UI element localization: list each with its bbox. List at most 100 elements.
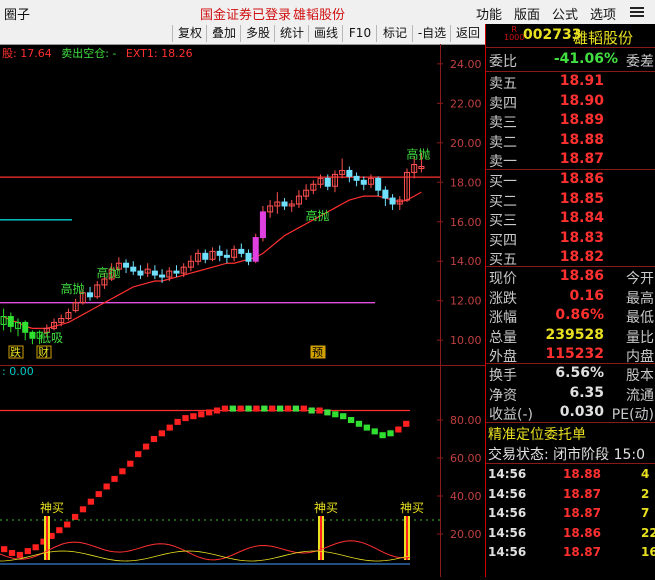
bids-label: 买二 bbox=[489, 193, 517, 210]
indicator-bar bbox=[316, 407, 323, 414]
stats1-label: 涨幅 bbox=[489, 310, 517, 326]
indicator-bar bbox=[24, 548, 31, 555]
remove-watchlist-button[interactable]: -自选 bbox=[412, 25, 451, 42]
signal-label: 神买 bbox=[400, 501, 424, 515]
stats1-value: 239528 bbox=[545, 326, 604, 343]
stats2-row: 换手 6.56% 股本 bbox=[486, 364, 655, 384]
tick-volume: 16 bbox=[641, 545, 655, 559]
statistics-button[interactable]: 统计 bbox=[274, 25, 309, 42]
asks-value: 18.88 bbox=[559, 131, 604, 148]
asks-label: 卖三 bbox=[489, 115, 517, 131]
indicator-bar bbox=[103, 483, 110, 490]
indicator-header: : 0.00 bbox=[2, 365, 34, 378]
bids-value: 18.86 bbox=[559, 171, 604, 187]
restore-rights-button[interactable]: 复权 bbox=[172, 25, 207, 42]
weibi-label: 委比 bbox=[489, 54, 517, 70]
menu-formula[interactable]: 公式 bbox=[552, 4, 578, 23]
indicator-bar bbox=[166, 424, 173, 431]
candle-body bbox=[151, 270, 158, 276]
tick-row: 14:56 18.86 22 bbox=[486, 524, 655, 543]
menu-function[interactable]: 功能 bbox=[476, 4, 502, 23]
signal-label: 神买 bbox=[314, 501, 338, 515]
stats2-label2: 股本 bbox=[626, 368, 654, 384]
menu-options[interactable]: 选项 bbox=[590, 4, 616, 23]
indicator-tick-label: 20.00 bbox=[450, 528, 482, 541]
signal-bar-core bbox=[406, 516, 408, 560]
indicator-bar bbox=[56, 527, 63, 534]
kline-chart-area[interactable]: 24.00 22.00 20.00 18.00 16.00 14.00 12.00 10.00… bbox=[0, 44, 485, 577]
f10-button[interactable]: F10 bbox=[342, 25, 377, 42]
stats2-label2: 流通 bbox=[626, 387, 654, 404]
tick-price: 18.87 bbox=[563, 545, 601, 559]
weibi-value: -41.06% bbox=[553, 51, 618, 67]
indicator-bar bbox=[308, 407, 315, 414]
indicator-wave-yellow bbox=[0, 550, 411, 562]
price-panel: 24.00 22.00 20.00 18.00 16.00 14.00 12.00 10.00… bbox=[0, 58, 482, 359]
stats1-label2: 今开 bbox=[626, 271, 654, 287]
tick-price: 18.88 bbox=[563, 467, 601, 481]
indicator-bar bbox=[87, 498, 95, 505]
chart-toolbar: 复权 叠加 多股 统计 画线 F10 标记 -自选 返回 bbox=[0, 24, 485, 45]
stats2-label: 换手 bbox=[489, 368, 517, 384]
stats1-label: 现价 bbox=[489, 271, 517, 287]
stats1-label: 总量 bbox=[489, 329, 517, 346]
stats1-row: 总量 239528 量比 bbox=[486, 326, 655, 346]
weicha-label: 委差 bbox=[626, 54, 654, 70]
indicator-bar bbox=[332, 411, 339, 418]
indicator-bar bbox=[387, 430, 394, 437]
event-marker: 财 bbox=[38, 345, 49, 359]
stats1-value: 115232 bbox=[545, 346, 604, 362]
tick-row: 14:56 18.88 4 bbox=[486, 465, 655, 484]
stats1-row: 涨幅 0.86% 最低 bbox=[486, 306, 655, 326]
indicator-bar bbox=[182, 415, 189, 422]
candle-body bbox=[123, 262, 130, 268]
event-marker: 预 bbox=[312, 346, 323, 359]
asks-row: 卖五 18.91 bbox=[486, 72, 655, 92]
indicator-bar bbox=[324, 409, 331, 416]
bids-label: 买一 bbox=[489, 174, 517, 190]
bids-value: 18.84 bbox=[559, 210, 604, 226]
mark-button[interactable]: 标记 bbox=[376, 25, 413, 42]
indicator-bar bbox=[174, 418, 181, 425]
bids-label: 买四 bbox=[489, 232, 517, 249]
candle-body bbox=[324, 177, 331, 187]
bids-value: 18.82 bbox=[559, 249, 604, 265]
indicator-bar bbox=[198, 411, 205, 418]
tick-price: 18.86 bbox=[563, 525, 601, 540]
candle-body bbox=[137, 270, 144, 276]
indicator-bar bbox=[261, 405, 268, 412]
draw-line-button[interactable]: 画线 bbox=[308, 25, 343, 42]
signal-annotation: 高抛 bbox=[406, 147, 430, 162]
stats1-value: 18.86 bbox=[559, 268, 604, 284]
chart-header-value1: 股: 17.64 bbox=[2, 47, 52, 60]
indicator-bar bbox=[403, 420, 410, 427]
indicator-bar bbox=[245, 405, 252, 412]
bids-value: 18.83 bbox=[559, 229, 604, 246]
tick-time: 14:56 bbox=[488, 506, 527, 520]
multi-stock-button[interactable]: 多股 bbox=[240, 25, 275, 42]
candle-body bbox=[245, 252, 252, 262]
asks-value: 18.89 bbox=[559, 112, 604, 128]
weibi-row: 委比 -41.06% 委差 bbox=[486, 50, 655, 70]
indicator-bar bbox=[64, 521, 71, 528]
back-button[interactable]: 返回 bbox=[450, 25, 485, 42]
candle-body bbox=[29, 331, 36, 339]
stock-name-title: 雄韬股份 bbox=[293, 8, 346, 23]
app-title: 圈子 bbox=[4, 8, 31, 23]
indicator-bar bbox=[206, 409, 213, 416]
overlay-button[interactable]: 叠加 bbox=[206, 25, 241, 42]
indicator-bar bbox=[71, 513, 79, 520]
indicator-bar bbox=[16, 551, 24, 558]
stock-name: 雄韬股份 bbox=[573, 29, 634, 47]
price-tick-label: 16.00 bbox=[450, 216, 482, 229]
precise-order-label[interactable]: 精准定位委托单 bbox=[488, 424, 586, 444]
stats2-value: 6.56% bbox=[555, 365, 604, 381]
indicator-bar bbox=[32, 544, 39, 551]
tick-time: 14:56 bbox=[488, 486, 527, 501]
menu-layout[interactable]: 版面 bbox=[514, 4, 540, 23]
window-menu-icon[interactable] bbox=[630, 6, 644, 18]
indicator-bar bbox=[269, 405, 276, 412]
stats1-row: 外盘 115232 内盘 bbox=[486, 345, 655, 365]
kline-chart-svg[interactable]: 24.00 22.00 20.00 18.00 16.00 14.00 12.00 10.00… bbox=[0, 44, 485, 577]
candle-body bbox=[346, 169, 353, 177]
